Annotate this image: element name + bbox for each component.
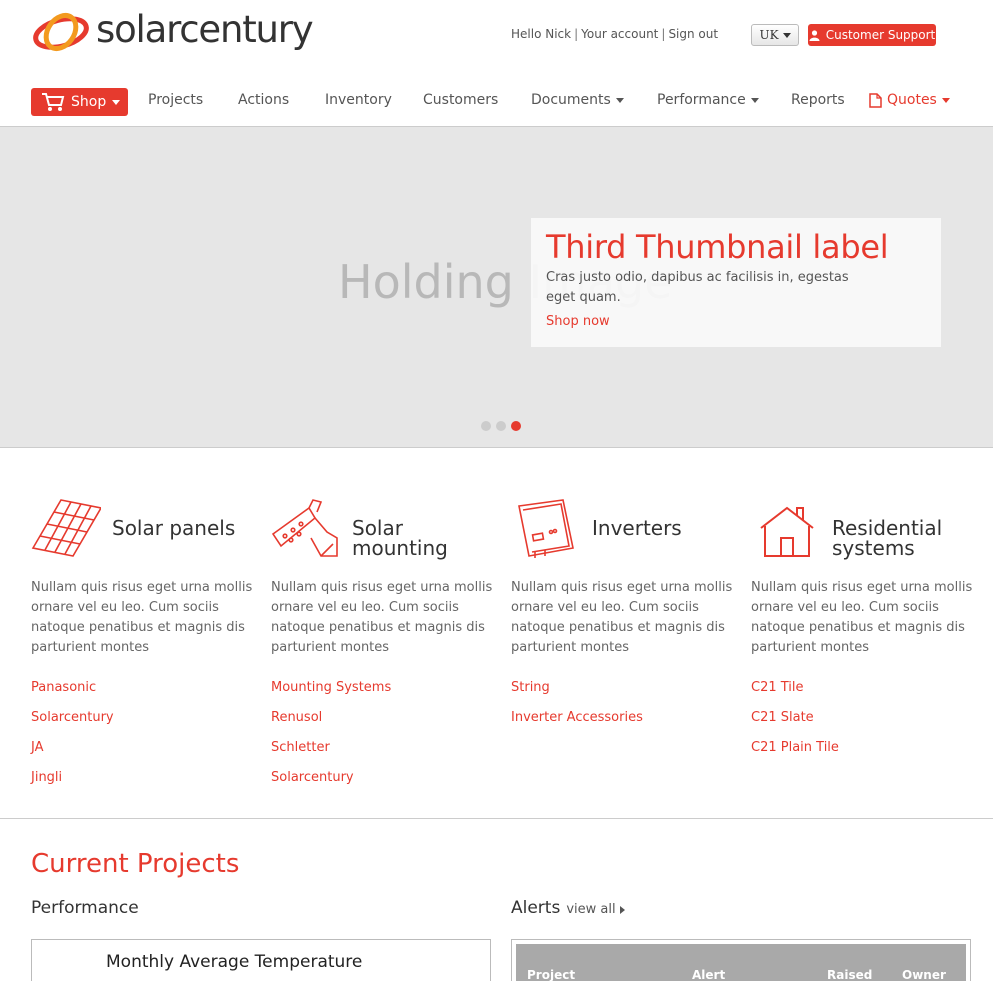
category-link[interactable]: C21 Tile [751,673,973,703]
current-projects-heading: Current Projects [31,849,240,879]
column-alert[interactable]: Alert [692,968,725,981]
inverter-icon [518,499,574,558]
category-link[interactable]: Solarcentury [271,763,493,793]
chevron-down-icon [750,97,759,103]
language-dropdown[interactable]: UK [751,24,799,46]
nav-customers-label: Customers [423,92,499,108]
logo[interactable]: solarcentury [31,7,314,54]
caption-text: Cras justo odio, dapibus ac facilisis in… [546,270,849,305]
carousel-dot-3[interactable] [511,421,521,431]
category-description: Nullam quis risus eget urna mollis ornar… [31,580,253,655]
your-account-link[interactable]: Your account [581,27,658,41]
nav-actions-label: Actions [238,92,290,108]
category-inverters: Inverters Nullam quis risus eget urna mo… [511,498,733,733]
header: solarcentury Hello Nick | Your account | Sig… [0,0,993,70]
alerts-label: Alerts [511,898,561,918]
chevron-down-icon [782,32,791,38]
category-link[interactable]: Panasonic [31,673,253,703]
category-link[interactable]: C21 Plain Tile [751,733,973,763]
customer-support-label: Customer Support [825,28,936,42]
category-link[interactable]: Inverter Accessories [511,703,733,733]
chevron-right-icon [619,905,625,914]
section-divider [0,818,993,819]
solarcentury-logo-icon [33,12,89,52]
caption-title: Third Thumbnail label [546,228,889,266]
chevron-down-icon [941,97,950,103]
customer-support-button[interactable]: Customer Support [808,24,936,46]
nav-reports[interactable]: Reports [791,92,845,108]
category-link[interactable]: C21 Slate [751,703,973,733]
shop-now-link[interactable]: Shop now [546,314,610,329]
main-nav: Shop Projects Actions Inventory Customer… [0,86,993,127]
column-owner[interactable]: Owner [902,968,946,981]
category-description: Nullam quis risus eget urna mollis ornar… [511,580,733,655]
category-residential-systems: Residential systems Nullam quis risus ege… [751,498,973,763]
carousel-dot-1[interactable] [481,421,491,431]
account-links: Hello Nick | Your account | Sign out [511,27,719,41]
nav-actions[interactable]: Actions [238,92,289,108]
mounting-bracket-icon [271,499,338,557]
sign-out-link[interactable]: Sign out [668,27,718,41]
view-all-label: view all [566,902,616,917]
nav-reports-label: Reports [791,92,845,108]
category-link[interactable]: Renusol [271,703,493,733]
category-description: Nullam quis risus eget urna mollis ornar… [271,580,493,655]
cart-icon [42,93,65,111]
nav-performance-label: Performance [657,92,746,108]
category-link[interactable]: Jingli [31,763,253,793]
chevron-down-icon [615,97,624,103]
document-icon [869,92,882,108]
nav-inventory-label: Inventory [325,92,392,108]
category-link[interactable]: String [511,673,733,703]
category-title: Inverters [592,516,682,540]
carousel-caption: Third Thumbnail label Cras justo odio, d… [531,218,941,347]
alerts-heading: Alerts view all [511,898,625,918]
nav-projects[interactable]: Projects [148,92,203,108]
house-icon [760,506,814,557]
nav-quotes-label: Quotes [887,92,937,108]
category-title: Residential systems [832,516,943,560]
nav-inventory[interactable]: Inventory [325,92,392,108]
performance-heading: Performance [31,898,139,918]
column-project[interactable]: Project [527,968,575,981]
category-title: Solar mounting [352,516,448,560]
nav-customers[interactable]: Customers [423,92,498,108]
nav-documents-label: Documents [531,92,611,108]
shop-button[interactable]: Shop [31,88,128,116]
carousel-dot-2[interactable] [496,421,506,431]
language-label: UK [759,28,779,42]
greeting: Hello Nick [511,27,572,41]
category-title: Solar panels [112,516,236,540]
chevron-down-icon [112,99,121,105]
category-link[interactable]: Solarcentury [31,703,253,733]
category-solar-mounting: Solar mounting Nullam quis risus eget urn… [271,498,493,793]
hero-carousel[interactable]: Holding Image Third Thumbnail label Cras… [0,127,993,448]
category-solar-panels: Solar panels Nullam quis risus eget urna… [31,498,253,793]
category-description: Nullam quis risus eget urna mollis ornar… [751,580,973,655]
user-icon [809,29,820,41]
nav-projects-label: Projects [148,92,204,108]
category-link[interactable]: JA [31,733,253,763]
solar-panel-icon [31,499,101,557]
nav-quotes[interactable]: Quotes [869,92,950,108]
carousel-indicators [481,421,521,431]
alerts-table-header: Project Alert Raised Owner [516,944,966,981]
chart-title: Monthly Average Temperature [106,952,363,972]
shop-label: Shop [71,94,107,110]
logo-text: solarcentury [96,7,314,51]
column-raised[interactable]: Raised [827,968,872,981]
alerts-table: Project Alert Raised Owner [511,939,971,981]
category-link[interactable]: Mounting Systems [271,673,493,703]
nav-documents[interactable]: Documents [531,92,624,108]
view-all-link[interactable]: view all [566,902,625,917]
nav-performance[interactable]: Performance [657,92,759,108]
category-link[interactable]: Schletter [271,733,493,763]
performance-chart: Monthly Average Temperature [31,939,491,981]
